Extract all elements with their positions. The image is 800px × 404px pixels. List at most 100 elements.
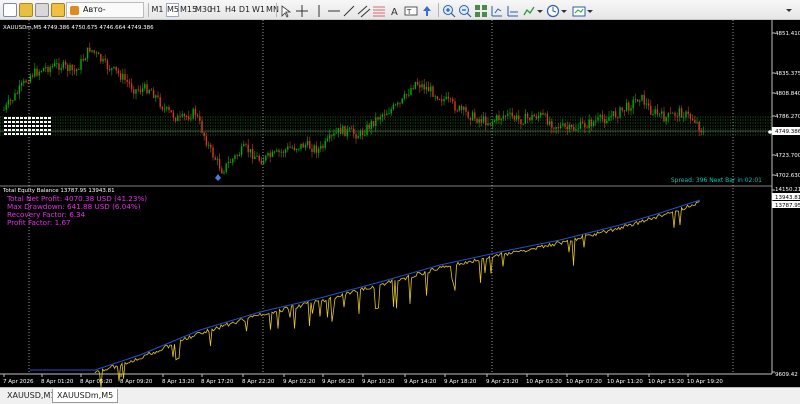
candle-body [672, 112, 674, 114]
candle-body [456, 110, 458, 112]
timeframe-m15-button[interactable]: M15 [180, 3, 197, 17]
candle-body [18, 85, 21, 94]
candle-body [108, 68, 111, 71]
candle-body [20, 83, 23, 86]
candle-body [144, 84, 146, 89]
periodicity-icon[interactable] [546, 3, 560, 18]
zoom-in-icon[interactable] [442, 3, 456, 18]
candle-body [533, 114, 535, 117]
candle-body [238, 154, 241, 156]
candle-body [306, 141, 309, 146]
vertical-line-icon[interactable] [312, 3, 326, 17]
candle-body [388, 113, 390, 115]
candle-body [421, 84, 423, 88]
tab-xauusdm-m5[interactable]: XAUUSDm,M5 [52, 389, 119, 403]
indicators-dropdown-icon[interactable] [536, 3, 544, 17]
time-axis-label: 9 Apr 14:20 [404, 379, 437, 385]
templates-icon[interactable] [572, 3, 586, 17]
candle-body [449, 98, 452, 100]
candle-body [190, 118, 192, 120]
channel-icon[interactable] [357, 3, 371, 18]
candle-body [471, 112, 474, 121]
candle-body [683, 117, 685, 119]
candle-body [128, 81, 131, 84]
candle-body [236, 155, 238, 157]
toolbar-options-icon[interactable] [782, 3, 796, 17]
new-chart-icon[interactable] [3, 3, 17, 17]
navigator-icon[interactable] [51, 3, 65, 17]
candle-body [106, 60, 109, 69]
candle-body [639, 100, 641, 102]
candle-body [526, 113, 529, 118]
candle-body [45, 66, 47, 69]
candle-body [452, 98, 454, 102]
candle-body [117, 70, 120, 74]
timeframe-m30-button[interactable]: M30 [195, 3, 212, 17]
timeframe-m5-button[interactable]: M5 [166, 3, 179, 17]
trendline-icon[interactable] [342, 3, 356, 17]
candle-body [540, 112, 542, 116]
auto-scroll-icon[interactable] [506, 3, 520, 17]
chart-area[interactable]: XAUUSDm,M5 4749.386 4750.675 4746.664 47… [0, 20, 800, 387]
candle-body [240, 146, 243, 155]
chart-canvas[interactable]: XAUUSDm,M5 4749.386 4750.675 4746.664 47… [0, 20, 800, 387]
indicators-icon[interactable] [522, 3, 536, 17]
candle-body [62, 61, 65, 69]
candle-body [489, 123, 491, 125]
timeframe-h1-button[interactable]: H1 [209, 3, 222, 17]
candle-body [64, 61, 67, 65]
candle-body [207, 144, 210, 146]
candle-body [221, 168, 223, 174]
timeframe-w1-button[interactable]: W1 [252, 3, 265, 17]
profiles-icon[interactable] [19, 3, 33, 17]
candle-body [493, 120, 496, 122]
candle-body [491, 121, 494, 125]
candle-body [370, 121, 373, 129]
candle-body [680, 108, 683, 118]
candle-body [124, 74, 126, 80]
arrows-icon[interactable] [420, 3, 434, 17]
timeframe-m1-button[interactable]: M1 [151, 3, 164, 17]
candle-body [317, 148, 320, 153]
chart-shift-icon[interactable] [490, 3, 504, 17]
candle-body [95, 52, 98, 54]
candle-body [287, 146, 289, 150]
candle-body [172, 112, 175, 119]
zoom-out-icon[interactable] [458, 3, 472, 18]
candle-body [302, 143, 304, 148]
candle-body [643, 94, 645, 105]
candle-body [267, 152, 269, 156]
candle-body [216, 158, 219, 160]
text-label-icon[interactable]: T [404, 3, 418, 17]
tile-windows-icon[interactable] [474, 3, 488, 17]
candle-body [328, 135, 331, 139]
market-watch-icon[interactable] [35, 3, 49, 17]
candle-body [566, 126, 568, 130]
candle-body [581, 121, 584, 124]
text-tool-icon[interactable]: A [388, 3, 402, 18]
candle-body [694, 120, 696, 123]
candle-body [278, 150, 280, 153]
candle-body [454, 101, 456, 111]
candle-body [405, 94, 408, 96]
candle-body [49, 66, 51, 72]
periodicity-dropdown-icon[interactable] [560, 3, 568, 17]
candle-body [311, 148, 313, 152]
time-axis-label: 8 Apr 13:20 [162, 379, 195, 385]
templates-dropdown-icon[interactable] [586, 3, 594, 17]
autotrading-button[interactable]: Авто-торговля [66, 2, 144, 28]
crosshair-icon[interactable] [295, 3, 309, 17]
candle-body [419, 84, 421, 88]
candle-body [364, 134, 366, 136]
timeframe-d1-button[interactable]: D1 [238, 3, 251, 17]
candle-body [260, 160, 263, 165]
candle-body [463, 107, 465, 110]
horizontal-line-icon[interactable] [327, 3, 341, 17]
candle-body [375, 117, 377, 126]
candle-body [628, 102, 630, 111]
fibonacci-icon[interactable] [372, 3, 386, 17]
candle-body [126, 79, 128, 82]
cursor-icon[interactable] [278, 3, 292, 18]
candle-body [161, 107, 164, 110]
timeframe-h4-button[interactable]: H4 [224, 3, 237, 17]
